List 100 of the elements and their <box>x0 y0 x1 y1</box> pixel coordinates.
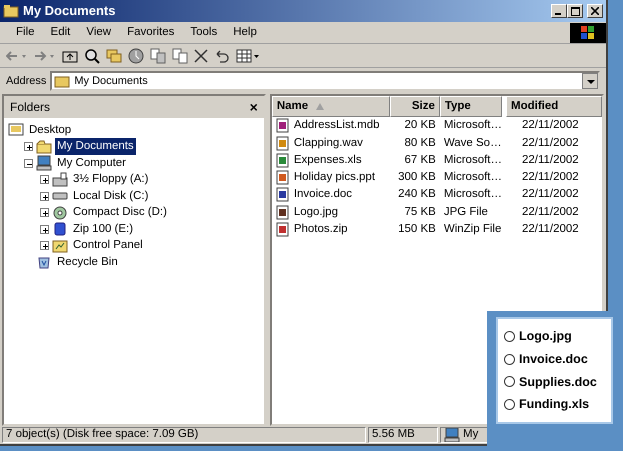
file-name[interactable]: Photos.zip <box>294 220 348 238</box>
file-date: 22/11/2002 <box>521 222 580 237</box>
back-button[interactable] <box>6 48 28 62</box>
file-type: WinZip File <box>442 222 502 237</box>
file-date: 22/11/2002 <box>521 170 580 185</box>
undo-button[interactable] <box>214 48 230 62</box>
status-text: 7 object(s) (Disk free space: 7.09 GB) <box>2 427 366 443</box>
file-name[interactable]: Expenses.xls <box>294 152 362 169</box>
close-icon <box>591 7 599 15</box>
menu-item[interactable]: View <box>78 24 120 42</box>
column-header[interactable]: Size <box>390 96 440 118</box>
tree-item[interactable]: 3½ Floppy (A:) <box>71 171 150 188</box>
maximize-icon <box>570 6 580 16</box>
dropdown-button[interactable] <box>582 73 598 89</box>
pane-title: Folders <box>10 99 50 116</box>
file-name[interactable]: Clapping.wav <box>294 134 363 152</box>
file-type: JPG File <box>442 204 489 220</box>
plus-icon <box>41 209 48 218</box>
file-size: 20 KB <box>390 117 440 134</box>
close-pane-button[interactable]: × <box>250 98 258 116</box>
expand-toggle[interactable] <box>40 241 49 250</box>
file-date: 22/11/2002 <box>521 187 580 202</box>
expand-toggle[interactable] <box>40 175 49 184</box>
move-to-button[interactable] <box>150 48 166 64</box>
file-date: 22/11/2002 <box>521 152 580 168</box>
expand-toggle[interactable] <box>40 224 49 234</box>
plus-icon <box>41 242 48 252</box>
search-button[interactable] <box>84 48 100 64</box>
delete-button[interactable] <box>194 48 208 62</box>
zip-drive-icon <box>52 221 68 238</box>
file-size: 67 KB <box>404 152 437 168</box>
file-size: 150 KB <box>397 222 437 237</box>
status-size: 5.56 MB <box>368 427 438 443</box>
menu-item[interactable]: Favorites <box>119 24 182 42</box>
windows-logo-icon <box>570 22 606 42</box>
address-field[interactable]: My Documents <box>50 71 600 91</box>
menu-item[interactable]: File <box>8 24 43 42</box>
column-header[interactable]: Type <box>440 96 502 118</box>
file-type: Microsoft… <box>442 152 503 168</box>
control-panel-icon <box>52 238 68 254</box>
file-size: 80 KB <box>404 136 437 150</box>
expand-toggle[interactable] <box>40 208 49 218</box>
file-type: Microsoft… <box>442 170 503 185</box>
plus-icon <box>25 143 32 152</box>
menu-item[interactable]: Help <box>225 24 265 42</box>
window-title: My Documents <box>23 2 116 20</box>
up-folder-button[interactable] <box>62 48 78 62</box>
cd-icon <box>52 204 68 221</box>
views-button[interactable] <box>236 48 260 62</box>
computer-icon <box>36 155 52 172</box>
tree-item[interactable]: Zip 100 (E:) <box>71 220 136 238</box>
column-header[interactable]: Name <box>272 96 390 118</box>
expand-toggle[interactable] <box>40 192 49 201</box>
menu-item[interactable]: Tools <box>182 24 226 42</box>
plus-icon <box>41 176 48 186</box>
file-size: 240 KB <box>397 187 437 202</box>
expand-toggle[interactable] <box>24 142 33 152</box>
file-date: 22/11/2002 <box>521 136 580 150</box>
file-type: Wave So… <box>442 136 503 150</box>
file-name[interactable]: AddressList.mdb <box>294 117 380 134</box>
desktop-icon <box>8 122 24 138</box>
minimize-button[interactable] <box>551 4 567 18</box>
folder-icon <box>36 138 52 155</box>
tree-item[interactable]: Control Panel <box>71 237 145 254</box>
address-label: Address <box>6 74 46 89</box>
file-size: 300 KB <box>397 170 437 185</box>
history-button[interactable] <box>128 48 144 64</box>
file-size: 75 KB <box>404 204 437 220</box>
column-header[interactable]: Modified <box>506 96 602 118</box>
tree-item[interactable]: Compact Disc (D:) <box>71 204 169 222</box>
maximize-button[interactable] <box>567 4 583 18</box>
radio-option[interactable]: Supplies.doc <box>504 372 605 392</box>
folders-button[interactable] <box>106 48 122 64</box>
close-button[interactable] <box>587 4 603 18</box>
file-type: Microsoft… <box>442 187 503 202</box>
floppy-drive-icon <box>52 172 68 188</box>
file-name[interactable]: Invoice.doc <box>294 186 352 204</box>
copy-to-button[interactable] <box>172 48 188 64</box>
file-date: 22/11/2002 <box>506 117 602 134</box>
status-zone-text: My <box>463 427 478 442</box>
tree-item[interactable]: My Computer <box>55 154 128 172</box>
tree-item[interactable]: Local Disk (C:) <box>71 188 150 205</box>
plus-icon <box>41 192 48 202</box>
file-name[interactable]: Holiday pics.ppt <box>294 169 376 186</box>
radio-option[interactable]: Invoice.doc <box>504 350 605 368</box>
computer-icon <box>444 428 460 442</box>
menu-item[interactable]: Edit <box>42 24 78 42</box>
file-name[interactable]: Logo.jpg <box>294 204 338 221</box>
collapse-toggle[interactable] <box>24 158 33 168</box>
tree-item[interactable]: My Documents <box>55 138 136 156</box>
radio-option[interactable]: Logo.jpg <box>504 327 605 346</box>
folder-icon <box>54 74 70 88</box>
plus-icon <box>41 226 48 235</box>
radio-option[interactable]: Funding.xls <box>504 395 605 414</box>
file-type: Microsoft… <box>440 117 506 134</box>
tree-item[interactable]: Desktop <box>27 122 74 139</box>
tree-item[interactable]: Recycle Bin <box>55 254 120 271</box>
folder-icon <box>3 4 19 18</box>
forward-button[interactable] <box>34 48 56 62</box>
file-date: 22/11/2002 <box>521 204 580 220</box>
